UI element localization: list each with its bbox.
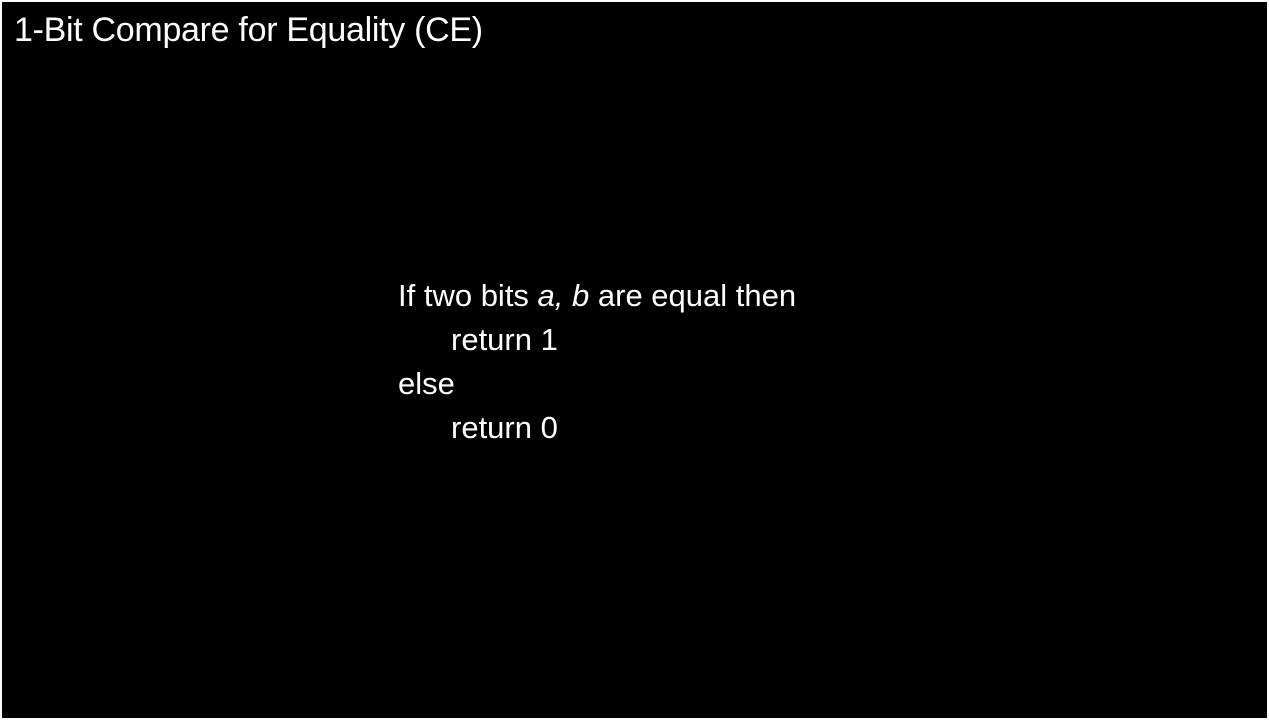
condition-text: are equal then [589, 278, 797, 313]
pseudocode-line-if: If two bits a, b are equal then [398, 274, 796, 318]
pseudocode-line-else: else [398, 366, 455, 401]
slide: 1-Bit Compare for Equality (CE) If two b… [2, 2, 1267, 718]
pseudocode-line-return-0: return 0 [451, 410, 558, 445]
slide-title: 1-Bit Compare for Equality (CE) [14, 11, 483, 49]
variable-b: b [572, 278, 590, 313]
variable-a: a, [537, 278, 564, 313]
pseudocode-line-return-1: return 1 [451, 322, 558, 357]
if-text: If two bits [398, 278, 538, 313]
pseudocode-block: If two bits a, b are equal then return 1… [398, 274, 796, 450]
